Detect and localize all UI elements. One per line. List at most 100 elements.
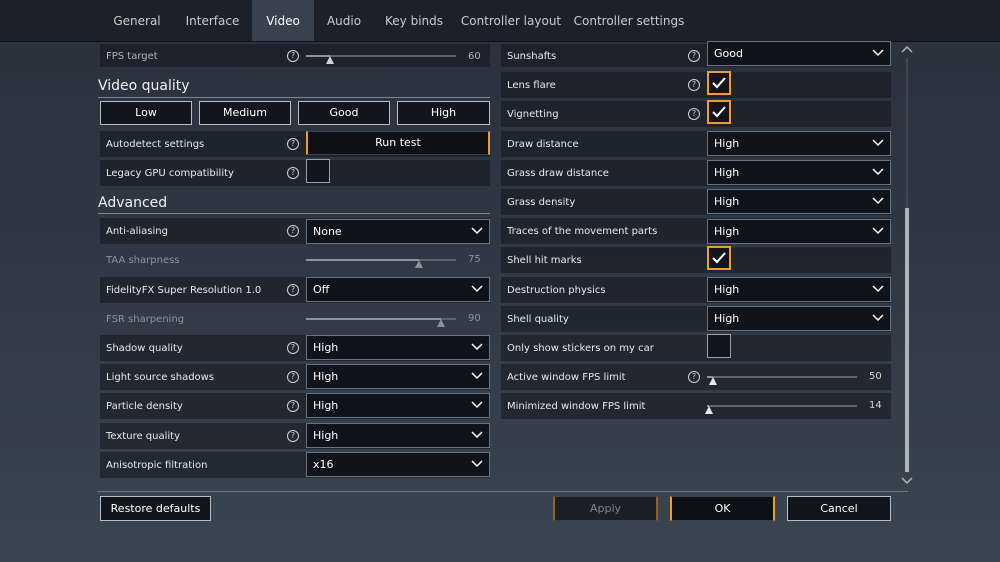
vignetting-checkbox[interactable] (707, 100, 731, 124)
traces-select[interactable]: High (707, 219, 891, 244)
draw-distance-label: Draw distance (507, 139, 579, 150)
setting-shadow-quality: Shadow quality ? High (100, 335, 490, 361)
lens-flare-checkbox[interactable] (707, 71, 731, 95)
setting-minimized-fps-limit: Minimized window FPS limit 14 (501, 393, 891, 419)
advanced-divider (98, 213, 490, 214)
fsr-sharpening-slider-thumb[interactable] (436, 318, 446, 328)
active-fps-slider-thumb[interactable] (708, 376, 718, 386)
minimized-fps-slider-thumb[interactable] (704, 405, 714, 415)
grass-draw-distance-select[interactable]: High (707, 160, 891, 185)
setting-destruction-physics: Destruction physics High (501, 277, 891, 303)
particle-density-select[interactable]: High (306, 393, 490, 418)
question-circle-icon[interactable]: ? (688, 79, 700, 91)
setting-fps-target: FPS target ? 60 (100, 44, 490, 67)
shell-quality-label: Shell quality (507, 314, 569, 325)
anti-aliasing-value: None (313, 225, 342, 238)
preset-low-button[interactable]: Low (100, 101, 192, 125)
grass-density-value: High (714, 195, 740, 208)
tab-controller-settings[interactable]: Controller settings (568, 0, 690, 41)
fps-target-label: FPS target (106, 51, 158, 62)
lens-flare-label: Lens flare (507, 80, 556, 91)
tab-controller-layout[interactable]: Controller layout (456, 0, 566, 41)
question-circle-icon[interactable]: ? (688, 371, 700, 383)
active-fps-label: Active window FPS limit (507, 372, 626, 383)
scrollbar-thumb[interactable] (905, 208, 909, 472)
chevron-down-icon (471, 460, 483, 468)
grass-draw-distance-value: High (714, 166, 740, 179)
texture-quality-value: High (313, 429, 339, 442)
tab-video[interactable]: Video (252, 0, 314, 41)
shell-quality-select[interactable]: High (707, 306, 891, 331)
fps-target-slider-thumb[interactable] (325, 55, 335, 65)
setting-fsr-sharpening: FSR sharpening 90 (100, 306, 490, 332)
fsr-select[interactable]: Off (306, 277, 490, 302)
preset-medium-button[interactable]: Medium (199, 101, 291, 125)
particle-density-value: High (313, 399, 339, 412)
question-circle-icon[interactable]: ? (287, 342, 299, 354)
light-source-shadows-label: Light source shadows (106, 372, 215, 383)
tab-interface[interactable]: Interface (174, 0, 251, 41)
particle-density-label: Particle density (106, 401, 183, 412)
stickers-checkbox[interactable] (707, 334, 731, 358)
question-circle-icon[interactable]: ? (688, 50, 700, 62)
question-circle-icon[interactable]: ? (287, 50, 299, 62)
shell-hit-marks-checkbox[interactable] (707, 246, 731, 270)
draw-distance-select[interactable]: High (707, 131, 891, 156)
legacy-gpu-checkbox[interactable] (306, 159, 330, 183)
shadow-quality-select[interactable]: High (306, 335, 490, 360)
anisotropic-select[interactable]: x16 (306, 452, 490, 477)
minimized-fps-label: Minimized window FPS limit (507, 401, 646, 412)
texture-quality-select[interactable]: High (306, 423, 490, 448)
restore-defaults-button[interactable]: Restore defaults (100, 496, 211, 521)
shell-quality-value: High (714, 312, 740, 325)
question-circle-icon[interactable]: ? (287, 138, 299, 150)
question-circle-icon[interactable]: ? (287, 430, 299, 442)
tab-audio[interactable]: Audio (314, 0, 374, 41)
question-circle-icon[interactable]: ? (287, 371, 299, 383)
tab-key-binds[interactable]: Key binds (374, 0, 454, 41)
sunshafts-label: Sunshafts (507, 51, 557, 62)
active-fps-slider-track[interactable] (707, 376, 857, 378)
setting-anisotropic: Anisotropic filtration x16 (100, 452, 490, 478)
chevron-up-icon[interactable] (901, 45, 913, 53)
video-quality-divider (98, 97, 490, 98)
ok-button[interactable]: OK (670, 496, 775, 521)
chevron-down-icon (872, 197, 884, 205)
question-circle-icon[interactable]: ? (287, 225, 299, 237)
question-circle-icon[interactable]: ? (287, 400, 299, 412)
legacy-gpu-label: Legacy GPU compatibility (106, 168, 234, 179)
advanced-title: Advanced (98, 195, 168, 211)
grass-draw-distance-label: Grass draw distance (507, 168, 609, 179)
shell-hit-marks-label: Shell hit marks (507, 255, 582, 266)
chevron-down-icon (872, 139, 884, 147)
minimized-fps-slider-track[interactable] (707, 405, 857, 407)
preset-good-button[interactable]: Good (298, 101, 390, 125)
grass-density-select[interactable]: High (707, 189, 891, 214)
taa-sharpness-label: TAA sharpness (106, 255, 180, 266)
destruction-physics-label: Destruction physics (507, 285, 606, 296)
stickers-label: Only show stickers on my car (507, 343, 654, 354)
chevron-down-icon[interactable] (901, 477, 913, 485)
setting-anti-aliasing: Anti-aliasing ? None (100, 218, 490, 244)
setting-traces: Traces of the movement parts High (501, 218, 891, 244)
sunshafts-select[interactable]: Good (707, 41, 891, 66)
anti-aliasing-select[interactable]: None (306, 219, 490, 244)
chevron-down-icon (471, 227, 483, 235)
question-circle-icon[interactable]: ? (287, 284, 299, 296)
tab-general[interactable]: General (100, 0, 174, 41)
light-source-shadows-select[interactable]: High (306, 364, 490, 389)
traces-label: Traces of the movement parts (507, 226, 658, 237)
tab-bar: General Interface Video Audio Key binds … (0, 0, 1000, 42)
question-circle-icon[interactable]: ? (287, 167, 299, 179)
question-circle-icon[interactable]: ? (688, 108, 700, 120)
apply-button[interactable]: Apply (553, 496, 658, 521)
preset-high-button[interactable]: High (397, 101, 490, 125)
setting-fsr: FidelityFX Super Resolution 1.0 ? Off (100, 277, 490, 303)
footer-divider (97, 491, 908, 492)
cancel-button[interactable]: Cancel (787, 496, 891, 521)
run-test-button[interactable]: Run test (306, 131, 490, 155)
destruction-physics-select[interactable]: High (707, 277, 891, 302)
anisotropic-label: Anisotropic filtration (106, 460, 208, 471)
chevron-down-icon (872, 285, 884, 293)
taa-sharpness-slider-thumb[interactable] (414, 259, 424, 269)
